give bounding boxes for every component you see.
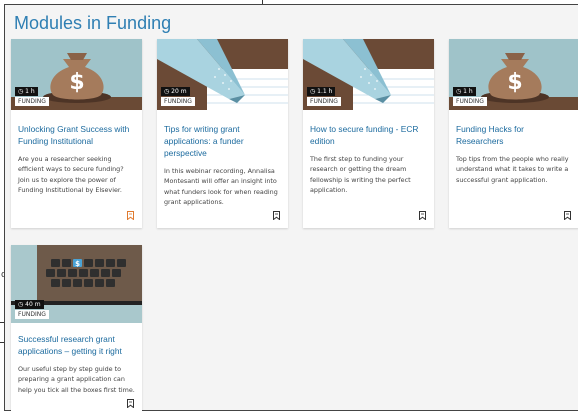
category-badge: FUNDING <box>307 97 341 106</box>
svg-text:$: $ <box>507 70 522 95</box>
modules-panel: Modules in Funding $ ◷ 1 h FUNDING Unloc… <box>4 4 578 411</box>
category-badge: FUNDING <box>15 310 49 319</box>
module-card[interactable]: $ ◷ 40 m FUNDING Successful research gra… <box>11 245 142 411</box>
module-card[interactable]: ◷ 20 m FUNDING Tips for writing grant ap… <box>157 39 288 228</box>
module-description: Our useful step by step guide to prepari… <box>18 365 135 394</box>
duration-badge: ◷ 40 m <box>15 300 44 309</box>
module-card[interactable]: $ ◷ 1 h FUNDING Funding Hacks for Resear… <box>449 39 578 228</box>
bookmark-icon[interactable] <box>419 211 426 220</box>
module-description: Are you a researcher seeking efficient w… <box>18 155 124 194</box>
bookmark-icon[interactable] <box>127 399 134 408</box>
category-badge: FUNDING <box>15 97 49 106</box>
module-thumbnail: ◷ 1.1 h FUNDING <box>303 39 434 110</box>
module-description: Top tips from the people who really unde… <box>456 155 569 184</box>
module-title[interactable]: How to secure funding - ECR edition <box>310 123 427 147</box>
module-thumbnail: $ ◷ 1 h FUNDING <box>11 39 142 110</box>
duration-badge: ◷ 20 m <box>161 87 190 96</box>
category-badge: FUNDING <box>453 97 487 106</box>
module-title[interactable]: Unlocking Grant Success with Funding Ins… <box>18 123 135 147</box>
module-title[interactable]: Successful research grant applications –… <box>18 333 135 357</box>
module-title[interactable]: Funding Hacks for Researchers <box>456 123 572 147</box>
module-title[interactable]: Tips for writing grant applications: a f… <box>164 123 281 159</box>
category-badge: FUNDING <box>161 97 195 106</box>
module-card[interactable]: ◷ 1.1 h FUNDING How to secure funding - … <box>303 39 434 228</box>
module-thumbnail: $ ◷ 40 m FUNDING <box>11 245 142 323</box>
duration-badge: ◷ 1.1 h <box>307 87 336 96</box>
bookmark-icon-orange[interactable] <box>127 211 134 220</box>
module-description: In this webinar recording, Annalisa Mont… <box>164 167 278 206</box>
page-title: Modules in Funding <box>14 13 172 33</box>
bookmark-icon[interactable] <box>564 211 571 220</box>
module-thumbnail: ◷ 20 m FUNDING <box>157 39 288 110</box>
module-card[interactable]: $ ◷ 1 h FUNDING Unlocking Grant Success … <box>11 39 142 228</box>
duration-badge: ◷ 1 h <box>453 87 476 96</box>
svg-text:$: $ <box>69 70 84 95</box>
duration-badge: ◷ 1 h <box>15 87 38 96</box>
module-thumbnail: $ ◷ 1 h FUNDING <box>449 39 578 110</box>
module-description: The first step to funding your research … <box>310 155 411 194</box>
bookmark-icon[interactable] <box>273 211 280 220</box>
svg-text:$: $ <box>75 260 80 268</box>
